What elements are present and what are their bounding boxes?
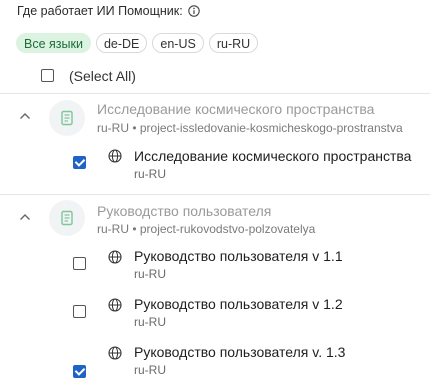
language-filter-chips: Все языки de-DE en-US ru-RU — [16, 33, 259, 53]
scope-header-label: Где работает ИИ Помощник: — [17, 4, 183, 18]
chip-all-languages[interactable]: Все языки — [16, 33, 91, 53]
project-subtitle: ru-RU • project-issledovanie-kosmichesko… — [97, 121, 403, 135]
divider — [0, 93, 430, 94]
item-checkbox[interactable] — [73, 305, 86, 318]
project-icon — [49, 100, 85, 136]
item-title[interactable]: Руководство пользователя v. 1.3 — [134, 344, 345, 360]
item-title[interactable]: Исследование космического пространства — [134, 148, 411, 164]
chevron-up-icon[interactable] — [19, 213, 31, 221]
chevron-up-icon[interactable] — [19, 112, 31, 120]
item-locale: ru-RU — [134, 267, 166, 281]
item-locale: ru-RU — [134, 315, 166, 329]
item-locale: ru-RU — [134, 363, 166, 377]
item-checkbox[interactable] — [73, 156, 86, 169]
globe-icon — [108, 250, 122, 264]
item-checkbox[interactable] — [73, 257, 86, 270]
project-title: Руководство пользователя — [97, 203, 272, 219]
project-subtitle: ru-RU • project-rukovodstvo-polzovatelya — [97, 222, 316, 236]
info-icon[interactable] — [187, 5, 200, 17]
divider — [0, 194, 430, 195]
globe-icon — [108, 298, 122, 312]
item-checkbox[interactable] — [73, 365, 86, 378]
project-title: Исследование космического пространства — [97, 101, 375, 117]
globe-icon — [108, 149, 122, 163]
select-all-checkbox[interactable] — [41, 69, 54, 82]
globe-icon — [108, 346, 122, 360]
document-icon — [61, 110, 73, 126]
item-locale: ru-RU — [134, 167, 166, 181]
project-icon — [49, 200, 85, 236]
chip-en-us[interactable]: en-US — [152, 33, 204, 53]
scope-header: Где работает ИИ Помощник: — [17, 4, 200, 18]
item-title[interactable]: Руководство пользователя v 1.1 — [134, 248, 343, 264]
item-title[interactable]: Руководство пользователя v 1.2 — [134, 296, 343, 312]
chip-ru-ru[interactable]: ru-RU — [208, 33, 259, 53]
document-icon — [61, 210, 73, 226]
select-all-label: (Select All) — [69, 68, 136, 84]
chip-de-de[interactable]: de-DE — [95, 33, 148, 53]
